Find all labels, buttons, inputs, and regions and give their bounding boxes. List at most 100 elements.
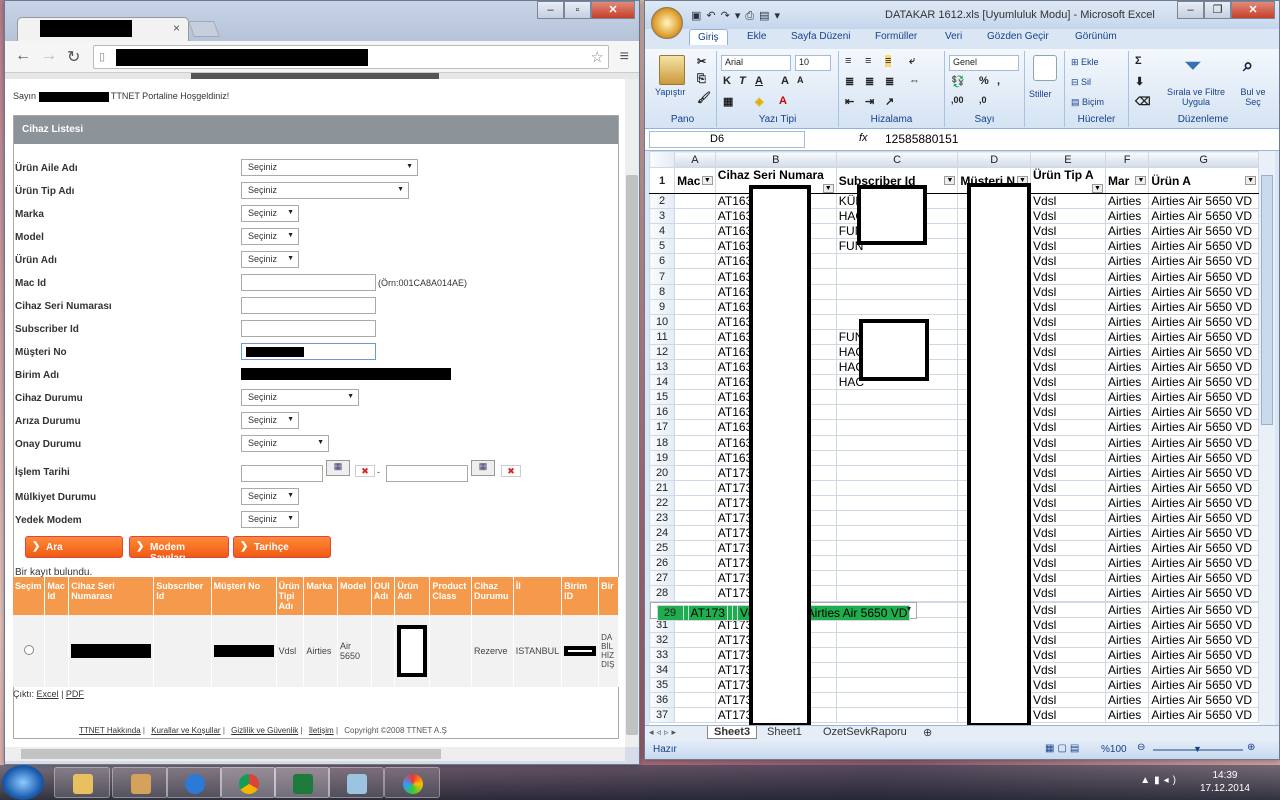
cell-mac[interactable]	[674, 479, 716, 496]
cell-urun-adi[interactable]: Airties Air 5650 VD	[1148, 555, 1259, 572]
urun-aile-select[interactable]: Seçiniz	[241, 159, 418, 176]
cell-mac[interactable]	[674, 374, 716, 391]
sheet-row[interactable]: 18 AT163 Vdsl Airties Airties Air 5650 VD	[649, 434, 1259, 451]
system-tray-icons[interactable]: ▲▮◂)	[1140, 775, 1180, 786]
fill-icon[interactable]: ⬇	[1135, 75, 1144, 88]
close-tab-icon[interactable]: ×	[173, 21, 180, 35]
cell-marka[interactable]: Airties	[1104, 707, 1150, 724]
cell-urun-adi[interactable]: Airties Air 5650 VD	[1148, 268, 1259, 285]
cell-subscriber[interactable]	[835, 540, 959, 557]
sheet-row[interactable]: 23 AT173 Vdsl Airties Airties Air 5650 VD	[649, 509, 1259, 527]
cell-mac[interactable]	[674, 268, 716, 285]
cell-urun-tip[interactable]: Vdsl	[1029, 661, 1106, 679]
increase-indent-icon[interactable]: ⇥	[865, 95, 874, 108]
cell-urun-adi[interactable]: Airties Air 5650 VD	[1148, 601, 1259, 618]
sheet-nav-icons[interactable]: ◂◃▹▸	[649, 727, 679, 738]
cell-marka[interactable]: Airties	[1104, 419, 1150, 436]
cell-urun-tip[interactable]: Vdsl	[1029, 601, 1106, 618]
sheet-row[interactable]: 4 AT163 FUN Vdsl Airties Airties Air 5650 VD	[649, 223, 1259, 240]
cell-marka[interactable]: Airties	[1104, 192, 1150, 210]
row-header[interactable]: 27	[649, 570, 676, 587]
cell-subscriber[interactable]	[835, 283, 959, 300]
urun-tip-select[interactable]: Seçiniz	[241, 182, 409, 199]
cell-subscriber[interactable]	[835, 631, 959, 648]
cell-urun-adi[interactable]: Airties Air 5650 VD	[1148, 223, 1259, 240]
cell-urun-tip[interactable]: Vdsl	[1029, 631, 1106, 648]
cihaz-durumu-select[interactable]: Seçiniz	[241, 389, 359, 406]
cell-marka[interactable]: Airties	[1104, 283, 1150, 300]
cell-urun-adi[interactable]: Airties Air 5650 VD	[1148, 631, 1259, 648]
cell-mac[interactable]	[674, 419, 716, 436]
cell-subscriber[interactable]	[835, 692, 959, 709]
taskbar-notepad[interactable]	[328, 767, 384, 798]
cell-urun-adi[interactable]: Airties Air 5650 VD	[1148, 208, 1259, 225]
cell-urun-tip[interactable]: Vdsl	[1029, 449, 1106, 466]
mulkiyet-select[interactable]: Seçiniz	[241, 488, 299, 505]
align-bottom-icon[interactable]: ≡	[885, 55, 892, 67]
ribbon-tab-giris[interactable]: Giriş	[689, 29, 728, 45]
taskbar-explorer-folder[interactable]	[54, 767, 110, 798]
row-header[interactable]: 33	[649, 646, 676, 663]
cell-urun-adi[interactable]: Airties Air 5650 VD	[1148, 661, 1259, 679]
cell-urun-adi[interactable]: Airties Air 5650 VD	[1148, 404, 1259, 421]
percent-icon[interactable]: %	[979, 75, 989, 87]
cell-urun-tip[interactable]: Vdsl	[1029, 223, 1106, 240]
row-header[interactable]: 18	[649, 434, 676, 451]
urun-adi-select[interactable]: Seçiniz	[241, 251, 299, 268]
cell-subscriber[interactable]	[835, 434, 959, 451]
cell-urun-tip[interactable]: Vdsl	[1029, 208, 1106, 225]
row-header[interactable]: 25	[649, 540, 676, 557]
cell-mac[interactable]	[674, 192, 716, 210]
cell-urun-adi[interactable]: Airties Air 5650 VD	[803, 604, 911, 621]
align-right-icon[interactable]: ≣	[885, 75, 894, 88]
cell-urun-adi[interactable]: Airties Air 5650 VD	[1148, 570, 1259, 587]
cell-mac[interactable]	[674, 253, 716, 270]
cell-urun-adi[interactable]: Airties Air 5650 VD	[1148, 509, 1259, 527]
row-header[interactable]: 3	[649, 208, 676, 225]
cell-mac[interactable]	[674, 328, 716, 345]
chrome-menu-icon[interactable]: ≡	[620, 48, 629, 66]
cell-subscriber[interactable]	[835, 509, 959, 527]
back-icon[interactable]: ←	[15, 47, 31, 65]
sheet-row[interactable]: 35 AT173 Vdsl Airties Airties Air 5650 VD	[649, 676, 1259, 694]
cell-marka[interactable]: Airties	[1104, 298, 1150, 315]
footer-link-kurallar[interactable]: Kurallar ve Koşullar	[151, 726, 220, 735]
column-header-d[interactable]: D	[957, 151, 1031, 168]
sheet-tab-ozetsevkraporu[interactable]: OzetSevkRaporu	[817, 726, 913, 738]
cell-urun-adi[interactable]: Airties Air 5650 VD	[1148, 449, 1259, 466]
cell-urun-tip[interactable]: Vdsl	[1029, 509, 1106, 527]
cell-marka[interactable]: Airties	[1104, 449, 1150, 466]
cell-urun-adi[interactable]: Airties Air 5650 VD	[1148, 479, 1259, 496]
cell-urun-adi[interactable]: Airties Air 5650 VD	[1148, 707, 1259, 724]
cell-mac[interactable]	[674, 692, 716, 709]
comma-icon[interactable]: ,	[997, 75, 1000, 87]
cell-mac[interactable]	[674, 283, 716, 300]
worksheet-grid[interactable]: ABCDEFG 1 Mac ▼ Cihaz Seri Numara ▼ Subscribe…	[649, 151, 1259, 725]
ara-button[interactable]: Ara	[25, 536, 123, 558]
row-header[interactable]: 28	[649, 585, 676, 602]
cell-urun-adi[interactable]: Airties Air 5650 VD	[1148, 313, 1259, 330]
row-header[interactable]: 11	[649, 328, 676, 345]
font-color-icon[interactable]: A	[779, 95, 787, 107]
cell-urun-adi[interactable]: Airties Air 5650 VD	[1148, 464, 1259, 481]
filter-dropdown-icon[interactable]: ▼	[1245, 175, 1256, 185]
row-header[interactable]: 23	[649, 509, 676, 527]
cell-mac[interactable]	[674, 464, 716, 481]
cell-marka[interactable]: Airties	[1104, 359, 1150, 376]
increase-decimal-icon[interactable]: ,00	[951, 95, 964, 105]
sheet-row[interactable]: 12 AT163 HAC Vdsl Airties Airties Air 5650 VD	[649, 343, 1259, 361]
sheet-row[interactable]: 26 AT173 Vdsl Airties Airties Air 5650 VD	[649, 555, 1259, 572]
header-cell[interactable]: Mar ▼	[1104, 167, 1150, 194]
row-header[interactable]: 32	[649, 631, 676, 648]
cell-subscriber[interactable]	[835, 298, 959, 315]
cell-urun-tip[interactable]: Vdsl	[1029, 253, 1106, 270]
cell-urun-adi[interactable]: Airties Air 5650 VD	[1148, 692, 1259, 709]
sort-filter-label[interactable]: Sırala ve Filtre Uygula	[1163, 87, 1229, 107]
row-header[interactable]: 17	[649, 419, 676, 436]
cell-urun-tip[interactable]: Vdsl	[1029, 585, 1106, 602]
sheet-row[interactable]: 28 AT173 Vdsl Airties Airties Air 5650 VD	[649, 585, 1259, 602]
restore-icon[interactable]: ❐	[1204, 1, 1231, 19]
row-header[interactable]: 8	[649, 283, 676, 300]
cell-marka[interactable]: Airties	[1104, 692, 1150, 709]
page-horizontal-scrollbar[interactable]	[5, 747, 625, 761]
